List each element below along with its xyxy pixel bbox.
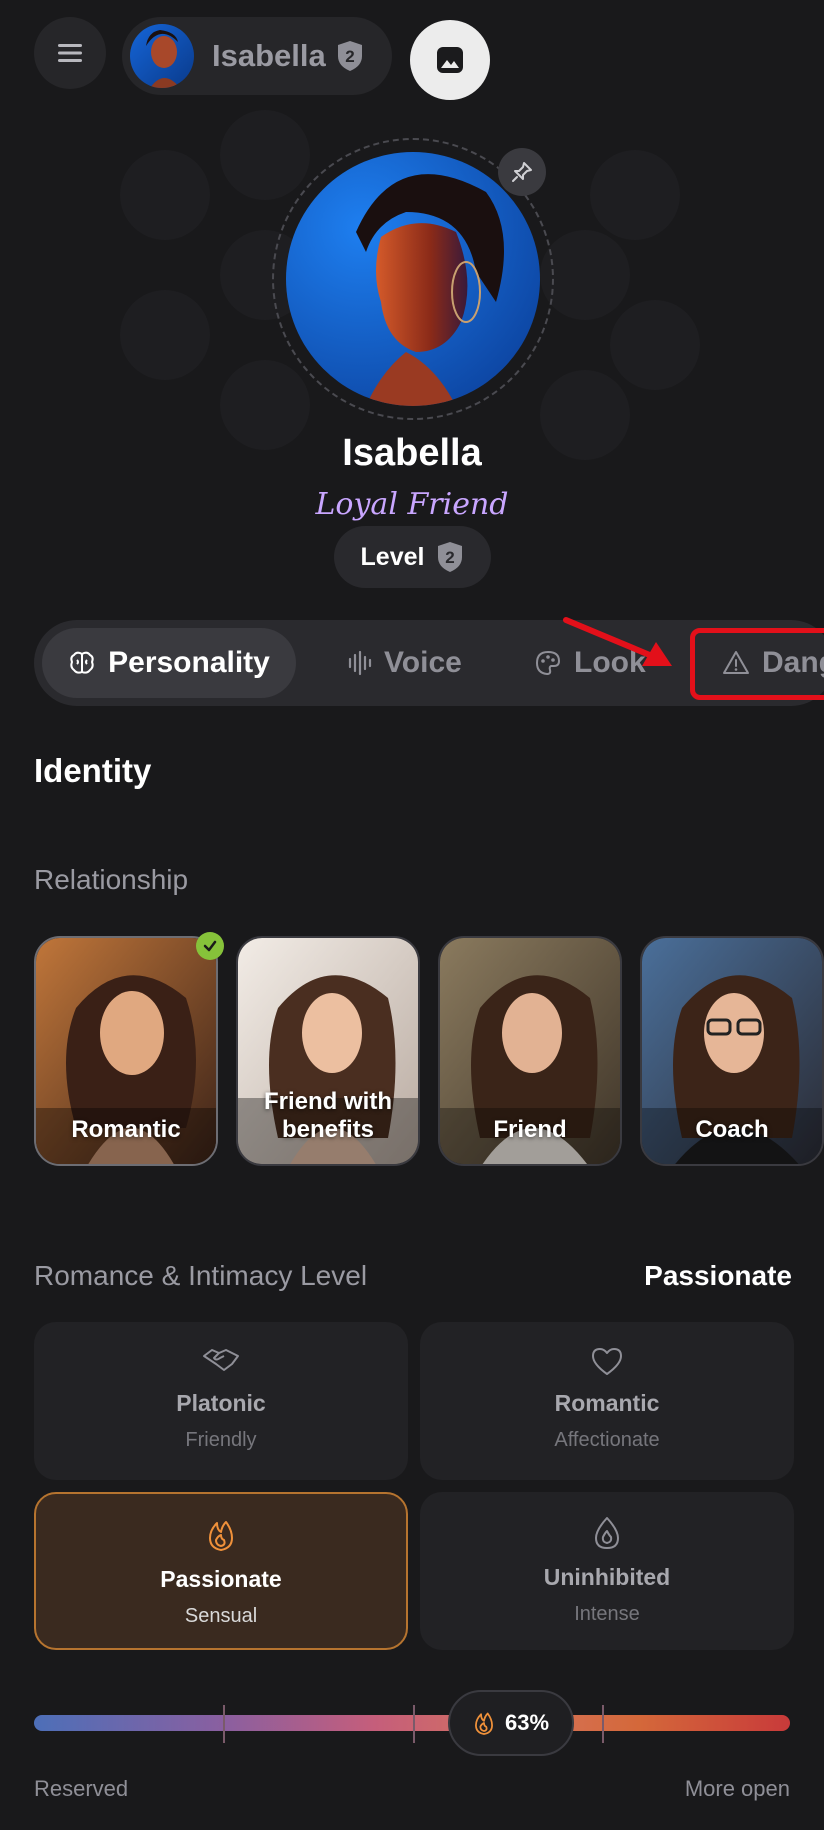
profile-role: Loyal Friend	[315, 487, 509, 522]
annotation-highlight-box	[690, 628, 824, 700]
intimacy-slider-track[interactable]	[34, 1715, 790, 1731]
romance-current-value: Passionate	[644, 1260, 792, 1291]
tab-voice[interactable]: Voice	[346, 628, 462, 698]
level-label: Level	[360, 542, 425, 571]
tab-label: Voice	[384, 646, 462, 679]
option-title: Uninhibited	[543, 1564, 671, 1590]
slider-tick	[413, 1705, 415, 1743]
section-title-romance: Romance & Intimacy Level	[34, 1260, 368, 1291]
section-title-relationship: Relationship	[34, 864, 189, 895]
option-title: Passionate	[160, 1566, 282, 1592]
option-title: Platonic	[176, 1390, 266, 1416]
heart-icon	[592, 1348, 622, 1375]
svg-text:2: 2	[446, 548, 455, 567]
level-badge: 2	[436, 541, 464, 573]
level-pill[interactable]: Level 2	[334, 526, 491, 588]
selected-check-icon	[196, 932, 224, 960]
option-subtitle: Sensual	[184, 1605, 258, 1627]
slider-min-label: Reserved	[34, 1776, 129, 1801]
option-subtitle: Affectionate	[554, 1429, 660, 1451]
romance-option-romantic[interactable]: Romantic Affectionate	[420, 1322, 794, 1480]
intimacy-slider-thumb[interactable]: 63%	[448, 1690, 574, 1756]
option-label: Romantic	[71, 1116, 181, 1143]
hamburger-icon	[58, 44, 82, 62]
level-badge: 2	[336, 40, 364, 72]
avatar	[130, 24, 194, 88]
profile-avatar	[286, 152, 540, 406]
annotation-arrow-icon	[563, 617, 672, 666]
drop-flame-icon	[595, 1517, 619, 1549]
option-subtitle: Intense	[574, 1603, 640, 1625]
option-label: Friend with benefits	[264, 1088, 392, 1143]
gallery-button[interactable]	[410, 20, 490, 100]
option-title: Romantic	[554, 1390, 660, 1416]
pin-button[interactable]	[498, 148, 546, 196]
flame-icon	[475, 1712, 493, 1735]
option-subtitle: Friendly	[185, 1429, 257, 1451]
relationship-option-friend[interactable]: Friend	[438, 936, 622, 1166]
profile-name: Isabella	[342, 432, 482, 474]
relationship-option-romantic[interactable]: Romantic	[34, 936, 218, 1166]
tab-personality[interactable]: Personality	[42, 628, 296, 698]
brain-icon	[70, 651, 94, 674]
svg-text:2: 2	[345, 47, 354, 66]
pin-icon	[512, 162, 532, 182]
section-title-identity: Identity	[34, 752, 152, 789]
romance-option-passionate[interactable]: Passionate Sensual	[34, 1492, 408, 1650]
menu-button[interactable]	[34, 17, 106, 89]
option-label: Friend	[493, 1116, 567, 1143]
slider-max-label: More open	[684, 1776, 790, 1801]
flame-icon	[209, 1521, 233, 1551]
waveform-icon	[348, 650, 372, 676]
tab-label: Personality	[108, 646, 270, 679]
romance-option-platonic[interactable]: Platonic Friendly	[34, 1322, 408, 1480]
romance-option-uninhibited[interactable]: Uninhibited Intense	[420, 1492, 794, 1650]
slider-tick	[602, 1705, 604, 1743]
slider-value: 63%	[504, 1710, 550, 1735]
relationship-option-coach[interactable]: Coach	[640, 936, 824, 1166]
image-icon	[437, 47, 463, 73]
option-label: Coach	[695, 1116, 769, 1143]
character-switcher[interactable]: Isabella 2	[122, 17, 392, 95]
slider-tick	[223, 1705, 225, 1743]
relationship-option-friend-with-benefits[interactable]: Friend with benefits	[236, 936, 420, 1166]
handshake-icon	[203, 1349, 239, 1371]
palette-icon	[535, 650, 561, 676]
character-name: Isabella	[212, 38, 326, 73]
